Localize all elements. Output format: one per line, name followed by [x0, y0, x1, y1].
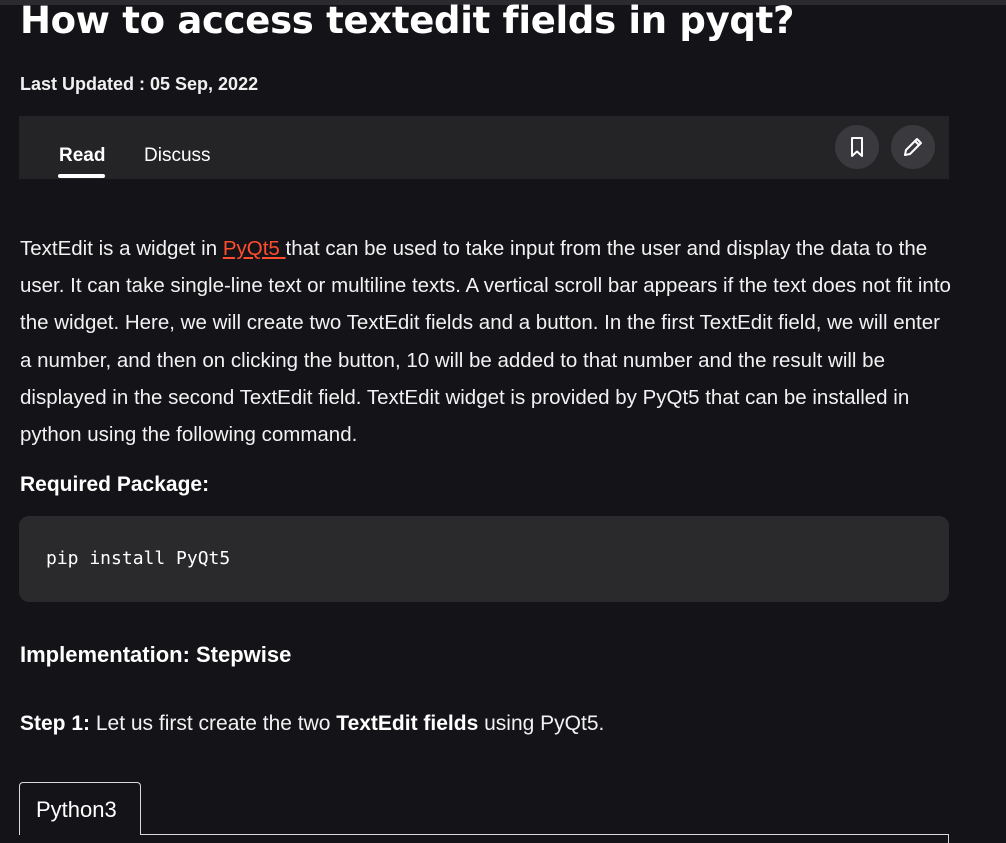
pyqt5-link[interactable]: PyQt5: [223, 237, 286, 260]
article-title: How to access textedit fields in pyqt?: [20, 0, 795, 42]
edit-button[interactable]: [891, 125, 935, 169]
required-package-heading: Required Package:: [20, 473, 210, 496]
step-1-text-b: using PyQt5.: [478, 712, 605, 735]
install-code-block: pip install PyQt5: [19, 516, 949, 602]
intro-paragraph: TextEdit is a widget in PyQt5 that can b…: [20, 230, 955, 453]
tab-read[interactable]: Read: [59, 144, 105, 168]
tab-discuss[interactable]: Discuss: [144, 144, 211, 168]
bookmark-button[interactable]: [835, 125, 879, 169]
step-1-bold: TextEdit fields: [336, 712, 479, 735]
last-updated: Last Updated : 05 Sep, 2022: [20, 74, 259, 94]
step-1-text-a: Let us first create the two: [90, 712, 337, 735]
bookmark-icon: [851, 137, 863, 157]
intro-text-rest: that can be used to take input from the …: [20, 237, 951, 447]
install-command[interactable]: pip install PyQt5: [46, 548, 230, 570]
intro-text-start: TextEdit is a widget in: [20, 237, 223, 260]
code-tab-label: Python3: [36, 797, 117, 822]
code-tab-border: [140, 834, 949, 835]
code-panel-edge: [948, 834, 949, 843]
implementation-heading: Implementation: Stepwise: [20, 642, 292, 667]
code-tab-python3[interactable]: Python3: [19, 782, 141, 835]
step-1-label: Step 1:: [20, 712, 91, 735]
article-tab-bar: Read Discuss: [19, 116, 949, 179]
article-page: How to access textedit fields in pyqt? L…: [0, 0, 1006, 843]
step-1-paragraph: Step 1: Let us first create the two Text…: [20, 710, 604, 738]
pencil-icon: [904, 138, 922, 156]
active-tab-indicator: [58, 174, 105, 178]
